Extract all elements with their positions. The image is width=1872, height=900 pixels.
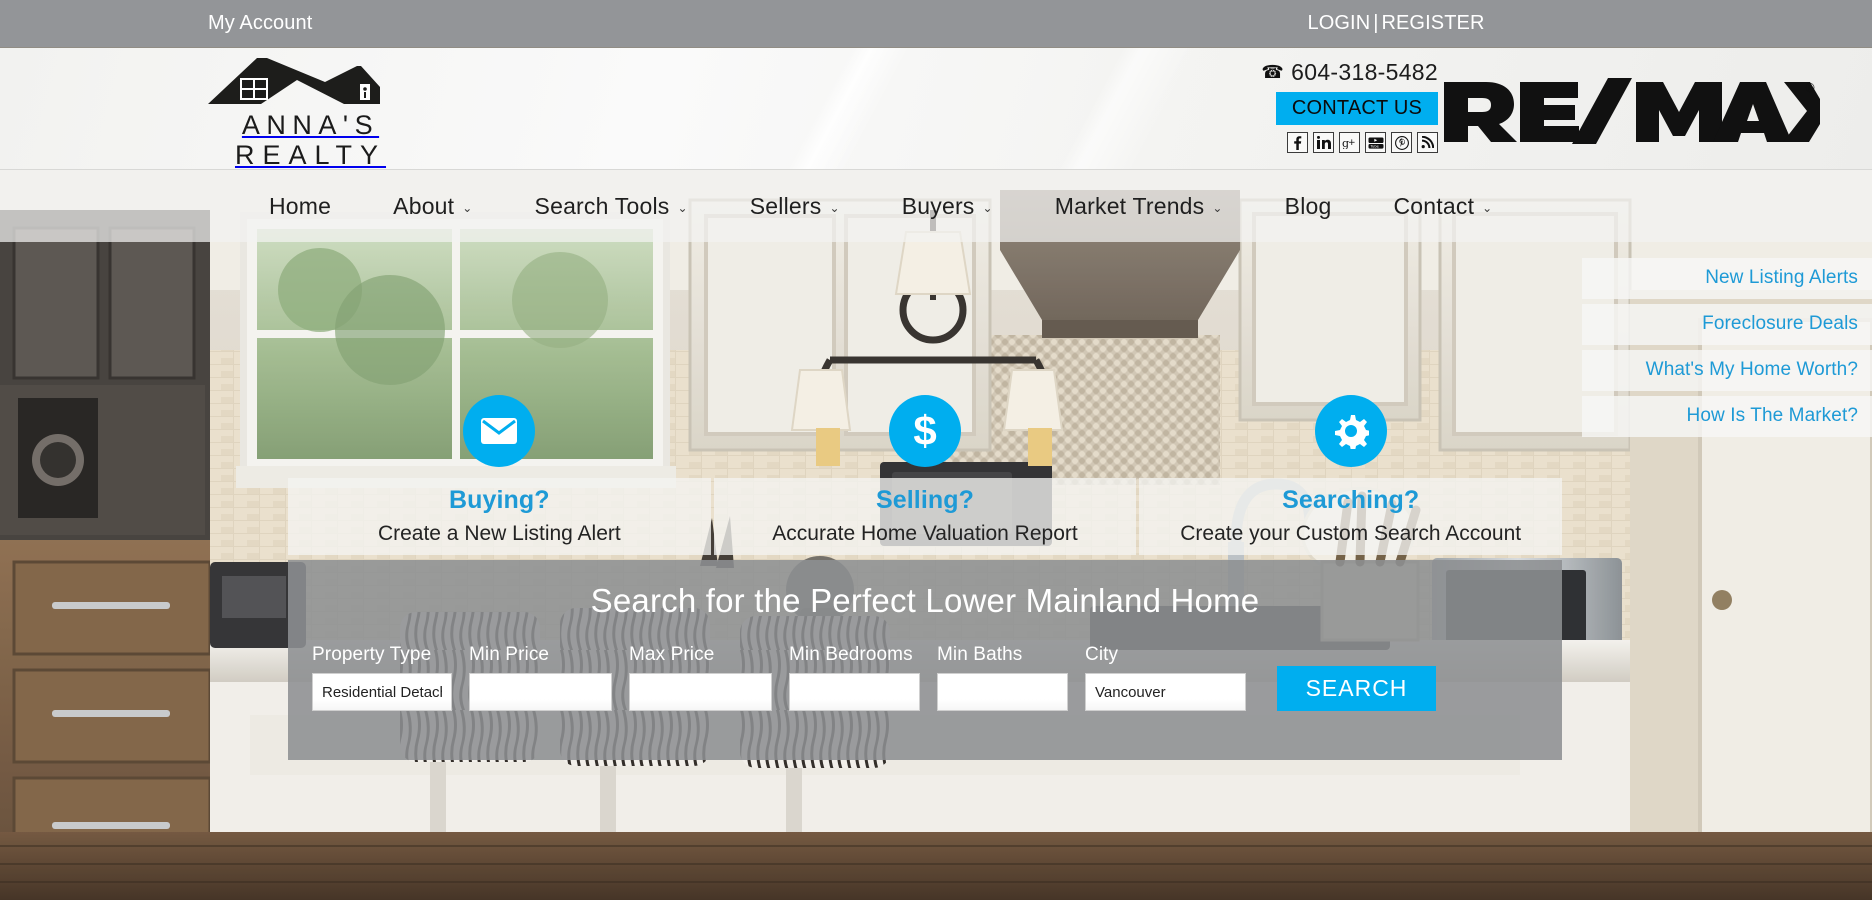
contact-us-button[interactable]: CONTACT US <box>1275 92 1438 125</box>
cta-title: Buying? <box>448 486 550 514</box>
rss-icon[interactable] <box>1417 132 1438 153</box>
nav-item-blog[interactable]: Blog <box>1254 193 1363 220</box>
chevron-down-icon: ⌄ <box>1482 200 1493 215</box>
svg-text:Tube: Tube <box>1369 144 1379 148</box>
quick-links-panel: New Listing Alerts Foreclosure Deals Wha… <box>1582 258 1872 442</box>
search-button[interactable]: SEARCH <box>1277 666 1436 711</box>
nav-label: About <box>393 192 455 219</box>
search-form: Property Type Min Price Max Price Min Be… <box>312 644 1562 711</box>
register-link[interactable]: REGISTER <box>1381 12 1484 34</box>
chevron-down-icon: ⌄ <box>1212 200 1223 215</box>
nav-item-search-tools[interactable]: Search Tools ⌄ <box>504 193 719 220</box>
nav-item-buyers[interactable]: Buyers ⌄ <box>871 193 1024 220</box>
chevron-down-icon: ⌄ <box>677 200 688 215</box>
dollar-icon: $ <box>889 395 961 467</box>
field-min-baths: Min Baths <box>937 644 1068 711</box>
pinterest-icon[interactable] <box>1391 132 1412 153</box>
auth-links: LOGIN | REGISTER <box>0 12 1872 35</box>
cta-subtitle: Accurate Home Valuation Report <box>772 522 1078 545</box>
facebook-icon[interactable] <box>1287 132 1308 153</box>
nav-label: Buyers <box>901 192 975 219</box>
phone-block: ☎ 604-318-5482 <box>1168 58 1438 86</box>
quicklink-new-listing-alerts[interactable]: New Listing Alerts <box>1582 258 1872 299</box>
nav-label: Sellers <box>749 192 822 219</box>
registered-mark: ® <box>1804 81 1816 95</box>
cta-cards: Buying? Create a New Listing Alert $ Sel… <box>288 395 1563 555</box>
nav-label: Home <box>269 192 332 219</box>
remax-logo-icon: ® <box>1444 78 1857 144</box>
nav-item-contact[interactable]: Contact ⌄ <box>1363 193 1524 220</box>
nav-label: Blog <box>1284 192 1332 219</box>
site-header: ANNA'S REALTY ☎ 604-318-5482 CONTACT US … <box>0 48 1872 170</box>
chevron-down-icon: ⌄ <box>982 200 993 215</box>
min-bedrooms-input[interactable] <box>789 673 920 711</box>
top-utility-bar: My Account LOGIN | REGISTER <box>0 0 1872 48</box>
social-icons: g + Tube <box>1168 132 1438 153</box>
quicklink-whats-my-home-worth[interactable]: What's My Home Worth? <box>1582 350 1872 391</box>
field-label: City <box>1085 644 1119 665</box>
quicklink-how-is-the-market[interactable]: How Is The Market? <box>1582 396 1872 437</box>
hero-section: Home About ⌄ Search Tools ⌄ Sellers ⌄ Bu… <box>0 170 1872 900</box>
gear-icon <box>1314 395 1387 467</box>
field-min-price: Min Price <box>469 644 612 711</box>
field-label: Min Price <box>469 644 550 665</box>
phone-icon: ☎ <box>1261 61 1285 82</box>
nav-items: Home About ⌄ Search Tools ⌄ Sellers ⌄ Bu… <box>238 193 1523 220</box>
remax-brand-logo: ® <box>1440 74 1857 144</box>
min-baths-input[interactable] <box>937 673 1068 711</box>
nav-item-market-trends[interactable]: Market Trends ⌄ <box>1024 193 1254 220</box>
chevron-down-icon: ⌄ <box>829 200 840 215</box>
chevron-down-icon: ⌄ <box>462 200 473 215</box>
field-label: Min Baths <box>937 644 1023 665</box>
nav-label: Contact <box>1393 192 1475 219</box>
cta-buying[interactable]: Buying? Create a New Listing Alert <box>288 395 711 555</box>
cta-title: Searching? <box>1282 486 1420 514</box>
auth-separator: | <box>1373 12 1379 34</box>
field-label: Max Price <box>629 644 715 665</box>
max-price-input[interactable] <box>629 673 772 711</box>
city-input[interactable] <box>1085 673 1246 711</box>
header-contact-block: ☎ 604-318-5482 CONTACT US g + Tube <box>1168 58 1438 153</box>
field-label: Min Bedrooms <box>789 644 913 665</box>
googleplus-icon[interactable]: g + <box>1339 132 1360 153</box>
main-navigation: Home About ⌄ Search Tools ⌄ Sellers ⌄ Bu… <box>0 170 1872 242</box>
login-link[interactable]: LOGIN <box>1308 12 1371 34</box>
field-label: Property Type <box>312 644 432 665</box>
property-type-select[interactable] <box>312 673 452 711</box>
phone-number[interactable]: 604-318-5482 <box>1291 59 1438 86</box>
nav-item-home[interactable]: Home <box>238 193 362 220</box>
svg-text:+: + <box>1348 138 1356 148</box>
cta-subtitle: Create your Custom Search Account <box>1180 522 1522 545</box>
site-logo[interactable]: ANNA'S REALTY <box>205 54 410 170</box>
nav-label: Search Tools <box>534 192 670 219</box>
envelope-icon <box>463 395 536 467</box>
min-price-input[interactable] <box>469 673 612 711</box>
youtube-icon[interactable]: Tube <box>1365 132 1386 153</box>
nav-item-about[interactable]: About ⌄ <box>362 193 503 220</box>
logo-text-line1: ANNA'S <box>241 110 380 140</box>
logo-text-line2: REALTY <box>234 140 387 170</box>
cta-title: Selling? <box>875 486 975 514</box>
house-roof-logo-icon <box>208 58 380 104</box>
cta-searching[interactable]: Searching? Create your Custom Search Acc… <box>1139 395 1563 555</box>
field-min-bedrooms: Min Bedrooms <box>789 644 920 711</box>
nav-label: Market Trends <box>1054 192 1205 219</box>
field-max-price: Max Price <box>629 644 772 711</box>
field-property-type: Property Type <box>312 644 452 711</box>
linkedin-icon[interactable] <box>1313 132 1334 153</box>
nav-item-sellers[interactable]: Sellers ⌄ <box>719 193 871 220</box>
field-city: City <box>1085 644 1246 711</box>
property-search-panel: Search for the Perfect Lower Mainland Ho… <box>288 560 1562 760</box>
search-panel-title: Search for the Perfect Lower Mainland Ho… <box>590 582 1260 619</box>
cta-subtitle: Create a New Listing Alert <box>377 522 621 545</box>
quicklink-foreclosure-deals[interactable]: Foreclosure Deals <box>1582 304 1872 345</box>
cta-selling[interactable]: $ Selling? Accurate Home Valuation Repor… <box>713 395 1137 555</box>
